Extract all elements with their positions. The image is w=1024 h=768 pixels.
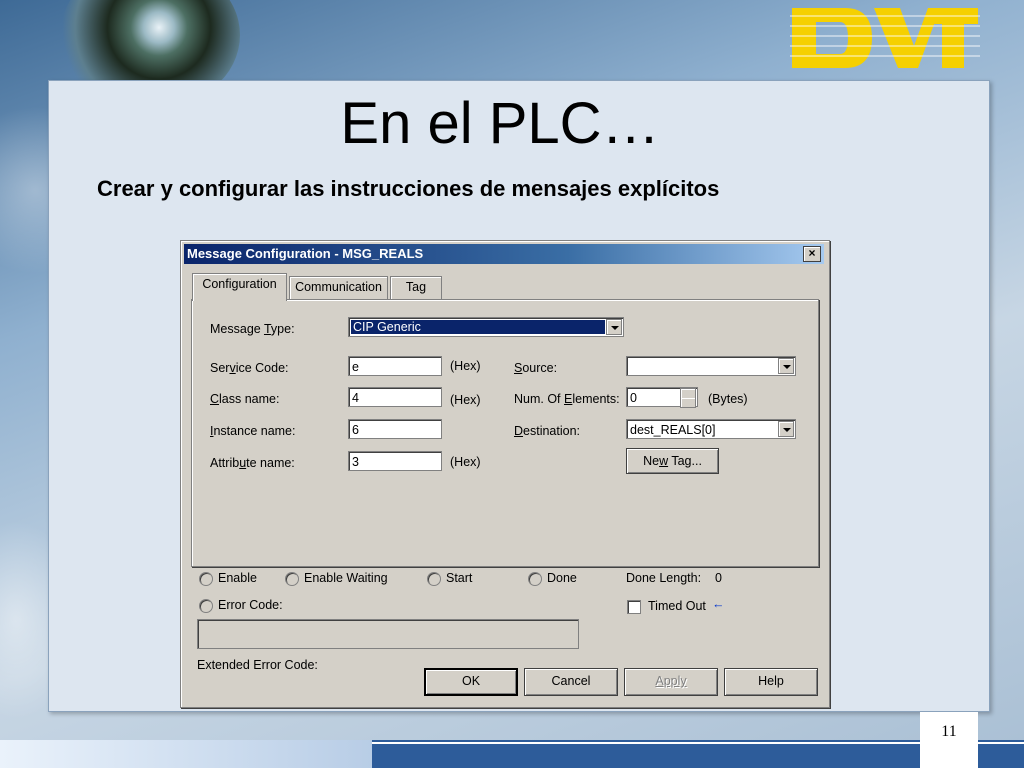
num-elements-unit: (Bytes) bbox=[708, 392, 748, 406]
error-code-indicator bbox=[199, 599, 213, 613]
message-configuration-dialog: Message Configuration - MSG_REALS × Conf… bbox=[180, 240, 830, 708]
enable-waiting-indicator bbox=[285, 572, 299, 586]
bottom-bar-light bbox=[0, 740, 372, 768]
destination-select[interactable]: dest_REALS[0] bbox=[626, 419, 796, 439]
tab-tag[interactable]: Tag bbox=[390, 276, 442, 299]
service-code-unit: (Hex) bbox=[450, 359, 481, 373]
done-length-value: 0 bbox=[715, 571, 722, 585]
num-elements-label: Num. Of Elements: bbox=[514, 392, 620, 406]
spin-up-icon[interactable] bbox=[681, 389, 695, 398]
timed-out-label: Timed Out bbox=[648, 599, 706, 613]
attribute-name-field[interactable]: 3 bbox=[348, 451, 442, 471]
enable-label: Enable bbox=[218, 571, 257, 585]
configuration-tab-panel: Message Type: CIP Generic Service Code: … bbox=[191, 299, 819, 567]
slide-title: En el PLC… bbox=[340, 91, 660, 156]
spin-down-icon[interactable] bbox=[681, 398, 695, 407]
num-elements-value: 0 bbox=[630, 391, 637, 405]
enable-waiting-label: Enable Waiting bbox=[304, 571, 388, 585]
start-label: Start bbox=[446, 571, 473, 585]
done-length-label: Done Length: bbox=[626, 571, 702, 585]
destination-label: Destination: bbox=[514, 424, 581, 438]
message-type-label: Message Type: bbox=[210, 322, 295, 336]
service-code-field[interactable]: e bbox=[348, 356, 442, 376]
chevron-down-icon[interactable] bbox=[778, 421, 794, 437]
error-code-label: Error Code: bbox=[218, 598, 283, 612]
destination-value: dest_REALS[0] bbox=[630, 423, 716, 437]
close-icon: × bbox=[808, 246, 816, 260]
dvt-logo bbox=[790, 8, 980, 68]
service-code-label: Service Code: bbox=[210, 361, 289, 375]
tab-tag-label: Tag bbox=[405, 280, 427, 294]
timed-out-checkbox[interactable] bbox=[627, 600, 641, 614]
ok-button[interactable]: OK bbox=[424, 668, 518, 696]
arrow-left-icon: ← bbox=[712, 597, 725, 611]
num-elements-field[interactable]: 0 bbox=[626, 387, 698, 408]
page-number: 11 bbox=[920, 712, 978, 768]
done-indicator bbox=[528, 572, 542, 586]
chevron-down-icon[interactable] bbox=[606, 319, 622, 335]
tab-configuration-label: Configuration bbox=[202, 277, 277, 291]
close-button[interactable]: × bbox=[803, 246, 821, 262]
class-name-unit: (Hex) bbox=[450, 393, 481, 407]
attribute-name-label: Attribute name: bbox=[210, 456, 295, 470]
source-select[interactable] bbox=[626, 356, 796, 376]
help-button[interactable]: Help bbox=[724, 668, 818, 696]
spinner[interactable] bbox=[680, 388, 696, 408]
tab-communication[interactable]: Communication bbox=[289, 276, 388, 299]
done-label: Done bbox=[547, 571, 577, 585]
tab-configuration[interactable]: Configuration bbox=[192, 273, 287, 301]
extended-error-code-label: Extended Error Code: bbox=[197, 658, 318, 672]
message-type-select[interactable]: CIP Generic bbox=[348, 317, 624, 337]
new-tag-button[interactable]: New Tag... bbox=[626, 448, 719, 474]
dialog-title: Message Configuration - MSG_REALS bbox=[187, 246, 424, 261]
class-name-label: Class name: bbox=[210, 392, 280, 406]
attribute-name-unit: (Hex) bbox=[450, 455, 481, 469]
instance-name-label: Instance name: bbox=[210, 424, 296, 438]
cancel-button[interactable]: Cancel bbox=[524, 668, 618, 696]
apply-button[interactable]: Apply bbox=[624, 668, 718, 696]
start-indicator bbox=[427, 572, 441, 586]
chevron-down-icon[interactable] bbox=[778, 358, 794, 374]
tab-communication-label: Communication bbox=[295, 280, 382, 294]
message-type-value: CIP Generic bbox=[351, 320, 605, 334]
enable-indicator bbox=[199, 572, 213, 586]
slide-subtitle: Crear y configurar las instrucciones de … bbox=[97, 176, 720, 201]
source-label: Source: bbox=[514, 361, 558, 375]
error-text-box bbox=[197, 619, 579, 649]
class-name-field[interactable]: 4 bbox=[348, 387, 442, 407]
dialog-titlebar[interactable]: Message Configuration - MSG_REALS × bbox=[184, 244, 824, 264]
instance-name-field[interactable]: 6 bbox=[348, 419, 442, 439]
